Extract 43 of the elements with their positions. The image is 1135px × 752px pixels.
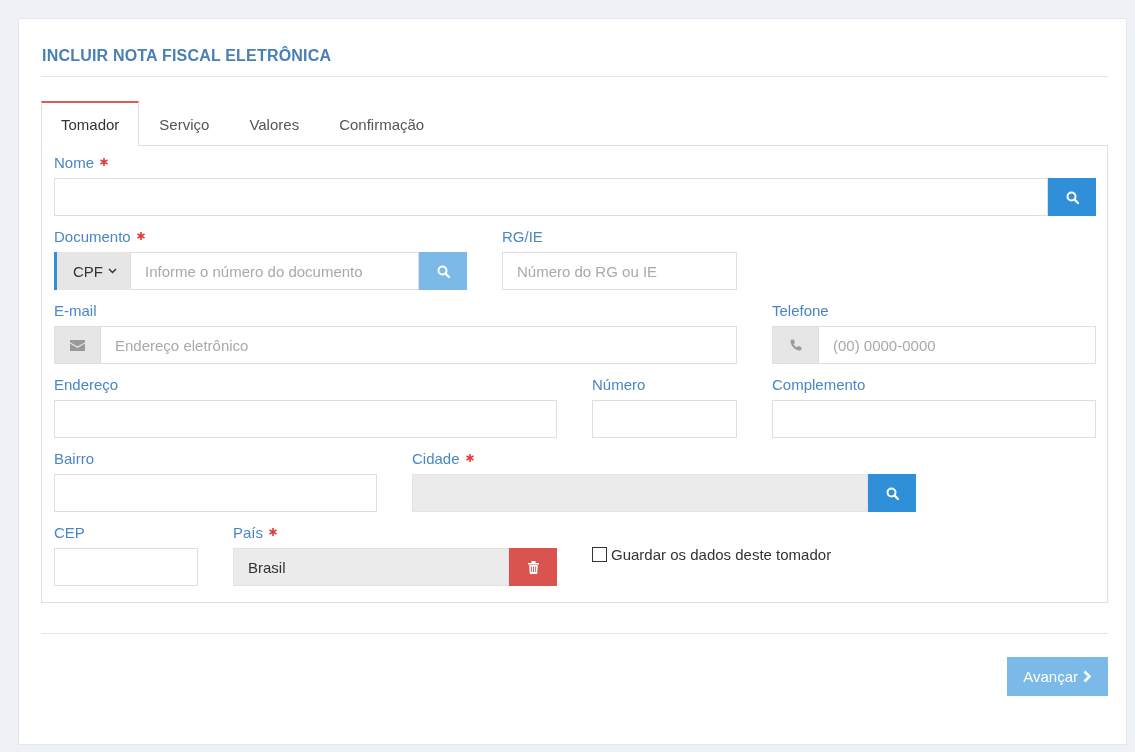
search-button[interactable] bbox=[868, 474, 916, 512]
tab[interactable]: Serviço bbox=[139, 101, 230, 146]
field-label: Bairro bbox=[54, 449, 94, 467]
search-icon bbox=[885, 486, 899, 500]
text-field[interactable] bbox=[412, 474, 868, 512]
text-field[interactable] bbox=[772, 400, 1096, 438]
tab[interactable]: Valores bbox=[229, 101, 320, 146]
tab[interactable]: Tomador bbox=[41, 101, 140, 146]
text-field[interactable]: Informe o número do documento bbox=[130, 252, 419, 290]
text-field[interactable] bbox=[54, 548, 198, 586]
field-label: Cidade bbox=[412, 449, 460, 467]
phone-icon bbox=[789, 339, 802, 351]
field-label: Endereço bbox=[54, 375, 119, 393]
email-field[interactable]: Endereço eletrônico bbox=[100, 326, 737, 364]
tab[interactable]: Confirmação bbox=[319, 101, 445, 146]
envelope-icon bbox=[70, 339, 85, 351]
chevron-down-icon bbox=[108, 268, 117, 274]
field-label: Documento bbox=[54, 227, 131, 245]
checkbox-label: Guardar os dados deste tomador bbox=[611, 546, 832, 563]
text-field[interactable]: Brasil bbox=[233, 548, 509, 586]
text-field[interactable] bbox=[592, 400, 737, 438]
field-label: CEP bbox=[54, 523, 85, 541]
field-label: E-mail bbox=[54, 301, 97, 319]
document-type-select[interactable]: CPF bbox=[54, 252, 130, 290]
field-label: RG/IE bbox=[502, 227, 543, 245]
text-field[interactable]: Número do RG ou IE bbox=[502, 252, 737, 290]
trash-icon bbox=[527, 560, 539, 574]
chevron-right-icon bbox=[1083, 670, 1092, 683]
field-label: País bbox=[233, 523, 263, 541]
field-label: Complemento bbox=[772, 375, 866, 393]
checkbox[interactable] bbox=[592, 547, 607, 562]
page-title: INCLUIR NOTA FISCAL ELETRÔNICA bbox=[42, 45, 333, 66]
field-label: Nome bbox=[54, 153, 94, 171]
search-icon bbox=[1065, 190, 1079, 204]
text-field[interactable] bbox=[54, 400, 557, 438]
field-label: Número bbox=[592, 375, 646, 393]
field-label: Telefone bbox=[772, 301, 829, 319]
text-field[interactable] bbox=[54, 178, 1048, 216]
search-icon bbox=[436, 264, 450, 278]
search-button[interactable] bbox=[1048, 178, 1096, 216]
text-field[interactable] bbox=[54, 474, 377, 512]
delete-button[interactable] bbox=[509, 548, 557, 586]
phone-field[interactable]: (00) 0000-0000 bbox=[818, 326, 1096, 364]
